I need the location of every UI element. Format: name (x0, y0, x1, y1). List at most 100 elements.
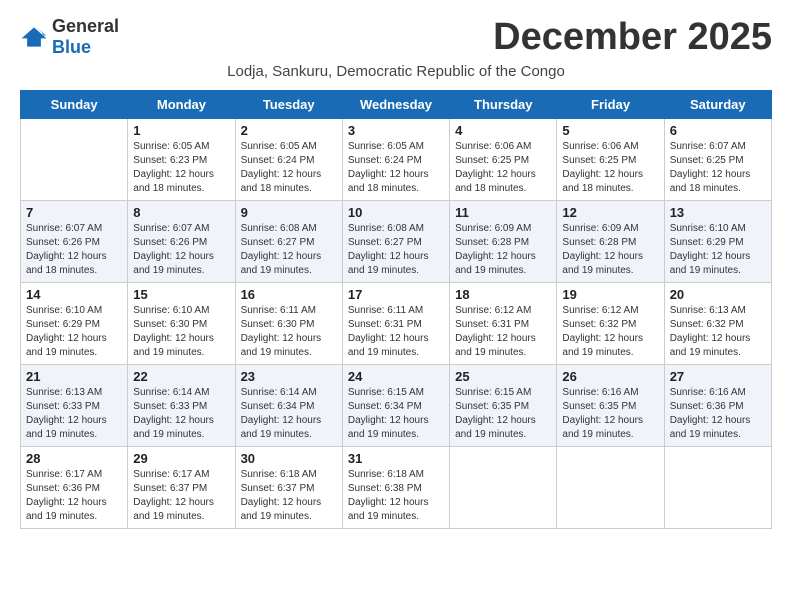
day-number: 26 (562, 369, 658, 384)
day-info: Sunrise: 6:10 AMSunset: 6:29 PMDaylight:… (670, 222, 766, 278)
day-info: Sunrise: 6:08 AMSunset: 6:27 PMDaylight:… (241, 222, 337, 278)
calendar-week-row: 1Sunrise: 6:05 AMSunset: 6:23 PMDaylight… (21, 119, 772, 201)
calendar-cell: 11 Sunrise: 6:09 AMSunset: 6:28 PMDayligh… (450, 201, 557, 283)
calendar-cell (450, 447, 557, 529)
calendar-cell: 27 Sunrise: 6:16 AMSunset: 6:36 PMDayligh… (664, 365, 771, 447)
day-info: Sunrise: 6:09 AMSunset: 6:28 PMDaylight:… (562, 222, 658, 278)
day-number: 20 (670, 287, 766, 302)
day-info: Sunrise: 6:07 AMSunset: 6:25 PMDaylight:… (670, 140, 766, 196)
calendar-cell: 13 Sunrise: 6:10 AMSunset: 6:29 PMDayligh… (664, 201, 771, 283)
day-info: Sunrise: 6:06 AMSunset: 6:25 PMDaylight:… (455, 140, 551, 196)
day-number: 16 (241, 287, 337, 302)
calendar-cell: 16 Sunrise: 6:11 AMSunset: 6:30 PMDayligh… (235, 283, 342, 365)
calendar-cell: 23 Sunrise: 6:14 AMSunset: 6:34 PMDayligh… (235, 365, 342, 447)
day-info: Sunrise: 6:14 AMSunset: 6:33 PMDaylight:… (133, 386, 229, 442)
day-number: 6 (670, 123, 766, 138)
day-info: Sunrise: 6:15 AMSunset: 6:35 PMDaylight:… (455, 386, 551, 442)
location-subtitle: Lodja, Sankuru, Democratic Republic of t… (20, 63, 772, 80)
day-number: 2 (241, 123, 337, 138)
day-number: 8 (133, 205, 229, 220)
weekday-header-thursday: Thursday (450, 91, 557, 119)
page-header: General Blue December 2025 (20, 16, 772, 59)
day-number: 18 (455, 287, 551, 302)
weekday-header-sunday: Sunday (21, 91, 128, 119)
day-info: Sunrise: 6:13 AMSunset: 6:32 PMDaylight:… (670, 304, 766, 360)
day-info: Sunrise: 6:07 AMSunset: 6:26 PMDaylight:… (133, 222, 229, 278)
day-info: Sunrise: 6:15 AMSunset: 6:34 PMDaylight:… (348, 386, 444, 442)
calendar-cell: 17Sunrise: 6:11 AMSunset: 6:31 PMDayligh… (342, 283, 449, 365)
calendar-cell: 31 Sunrise: 6:18 AMSunset: 6:38 PMDayligh… (342, 447, 449, 529)
day-info: Sunrise: 6:10 AMSunset: 6:29 PMDaylight:… (26, 304, 122, 360)
day-number: 21 (26, 369, 122, 384)
calendar-cell: 5 Sunrise: 6:06 AMSunset: 6:25 PMDaylight… (557, 119, 664, 201)
calendar-cell: 29 Sunrise: 6:17 AMSunset: 6:37 PMDayligh… (128, 447, 235, 529)
day-number: 11 (455, 205, 551, 220)
day-number: 10 (348, 205, 444, 220)
day-number: 31 (348, 451, 444, 466)
day-info: Sunrise: 6:07 AMSunset: 6:26 PMDaylight:… (26, 222, 122, 278)
calendar-cell: 2 Sunrise: 6:05 AMSunset: 6:24 PMDaylight… (235, 119, 342, 201)
day-info: Sunrise: 6:18 AMSunset: 6:38 PMDaylight:… (348, 468, 444, 524)
calendar-cell: 1Sunrise: 6:05 AMSunset: 6:23 PMDaylight… (128, 119, 235, 201)
day-number: 3 (348, 123, 444, 138)
logo-icon (20, 26, 48, 48)
day-number: 14 (26, 287, 122, 302)
calendar-cell: 28 Sunrise: 6:17 AMSunset: 6:36 PMDayligh… (21, 447, 128, 529)
day-number: 7 (26, 205, 122, 220)
day-info: Sunrise: 6:14 AMSunset: 6:34 PMDaylight:… (241, 386, 337, 442)
calendar-cell: 14 Sunrise: 6:10 AMSunset: 6:29 PMDayligh… (21, 283, 128, 365)
day-number: 29 (133, 451, 229, 466)
calendar-cell: 3 Sunrise: 6:05 AMSunset: 6:24 PMDaylight… (342, 119, 449, 201)
calendar-week-row: 14 Sunrise: 6:10 AMSunset: 6:29 PMDayligh… (21, 283, 772, 365)
day-info: Sunrise: 6:17 AMSunset: 6:36 PMDaylight:… (26, 468, 122, 524)
calendar-table: SundayMondayTuesdayWednesdayThursdayFrid… (20, 90, 772, 529)
month-year-title: December 2025 (493, 16, 772, 59)
day-number: 15 (133, 287, 229, 302)
weekday-header-friday: Friday (557, 91, 664, 119)
day-number: 19 (562, 287, 658, 302)
day-number: 9 (241, 205, 337, 220)
day-info: Sunrise: 6:06 AMSunset: 6:25 PMDaylight:… (562, 140, 658, 196)
day-info: Sunrise: 6:05 AMSunset: 6:24 PMDaylight:… (348, 140, 444, 196)
calendar-cell: 25 Sunrise: 6:15 AMSunset: 6:35 PMDayligh… (450, 365, 557, 447)
day-info: Sunrise: 6:11 AMSunset: 6:31 PMDaylight:… (348, 304, 444, 360)
calendar-cell (557, 447, 664, 529)
logo: General Blue (20, 16, 119, 58)
day-number: 5 (562, 123, 658, 138)
calendar-cell: 10 Sunrise: 6:08 AMSunset: 6:27 PMDayligh… (342, 201, 449, 283)
calendar-cell: 4 Sunrise: 6:06 AMSunset: 6:25 PMDaylight… (450, 119, 557, 201)
calendar-cell: 30 Sunrise: 6:18 AMSunset: 6:37 PMDayligh… (235, 447, 342, 529)
day-number: 25 (455, 369, 551, 384)
day-number: 30 (241, 451, 337, 466)
day-info: Sunrise: 6:16 AMSunset: 6:35 PMDaylight:… (562, 386, 658, 442)
logo-text: General Blue (52, 16, 119, 58)
day-number: 28 (26, 451, 122, 466)
calendar-cell: 12Sunrise: 6:09 AMSunset: 6:28 PMDayligh… (557, 201, 664, 283)
weekday-header-tuesday: Tuesday (235, 91, 342, 119)
day-info: Sunrise: 6:16 AMSunset: 6:36 PMDaylight:… (670, 386, 766, 442)
day-number: 4 (455, 123, 551, 138)
calendar-cell (21, 119, 128, 201)
day-info: Sunrise: 6:08 AMSunset: 6:27 PMDaylight:… (348, 222, 444, 278)
calendar-week-row: 28 Sunrise: 6:17 AMSunset: 6:36 PMDayligh… (21, 447, 772, 529)
calendar-cell: 22 Sunrise: 6:14 AMSunset: 6:33 PMDayligh… (128, 365, 235, 447)
calendar-cell: 20 Sunrise: 6:13 AMSunset: 6:32 PMDayligh… (664, 283, 771, 365)
day-number: 1 (133, 123, 229, 138)
day-info: Sunrise: 6:11 AMSunset: 6:30 PMDaylight:… (241, 304, 337, 360)
day-number: 27 (670, 369, 766, 384)
day-info: Sunrise: 6:09 AMSunset: 6:28 PMDaylight:… (455, 222, 551, 278)
day-info: Sunrise: 6:12 AMSunset: 6:31 PMDaylight:… (455, 304, 551, 360)
day-info: Sunrise: 6:05 AMSunset: 6:24 PMDaylight:… (241, 140, 337, 196)
day-info: Sunrise: 6:18 AMSunset: 6:37 PMDaylight:… (241, 468, 337, 524)
calendar-cell: 9 Sunrise: 6:08 AMSunset: 6:27 PMDaylight… (235, 201, 342, 283)
calendar-cell: 6 Sunrise: 6:07 AMSunset: 6:25 PMDaylight… (664, 119, 771, 201)
day-number: 13 (670, 205, 766, 220)
day-number: 22 (133, 369, 229, 384)
calendar-cell: 21Sunrise: 6:13 AMSunset: 6:33 PMDayligh… (21, 365, 128, 447)
weekday-header-wednesday: Wednesday (342, 91, 449, 119)
day-info: Sunrise: 6:17 AMSunset: 6:37 PMDaylight:… (133, 468, 229, 524)
calendar-cell: 24Sunrise: 6:15 AMSunset: 6:34 PMDayligh… (342, 365, 449, 447)
day-number: 23 (241, 369, 337, 384)
logo-general: General (52, 16, 119, 36)
calendar-cell: 18 Sunrise: 6:12 AMSunset: 6:31 PMDayligh… (450, 283, 557, 365)
